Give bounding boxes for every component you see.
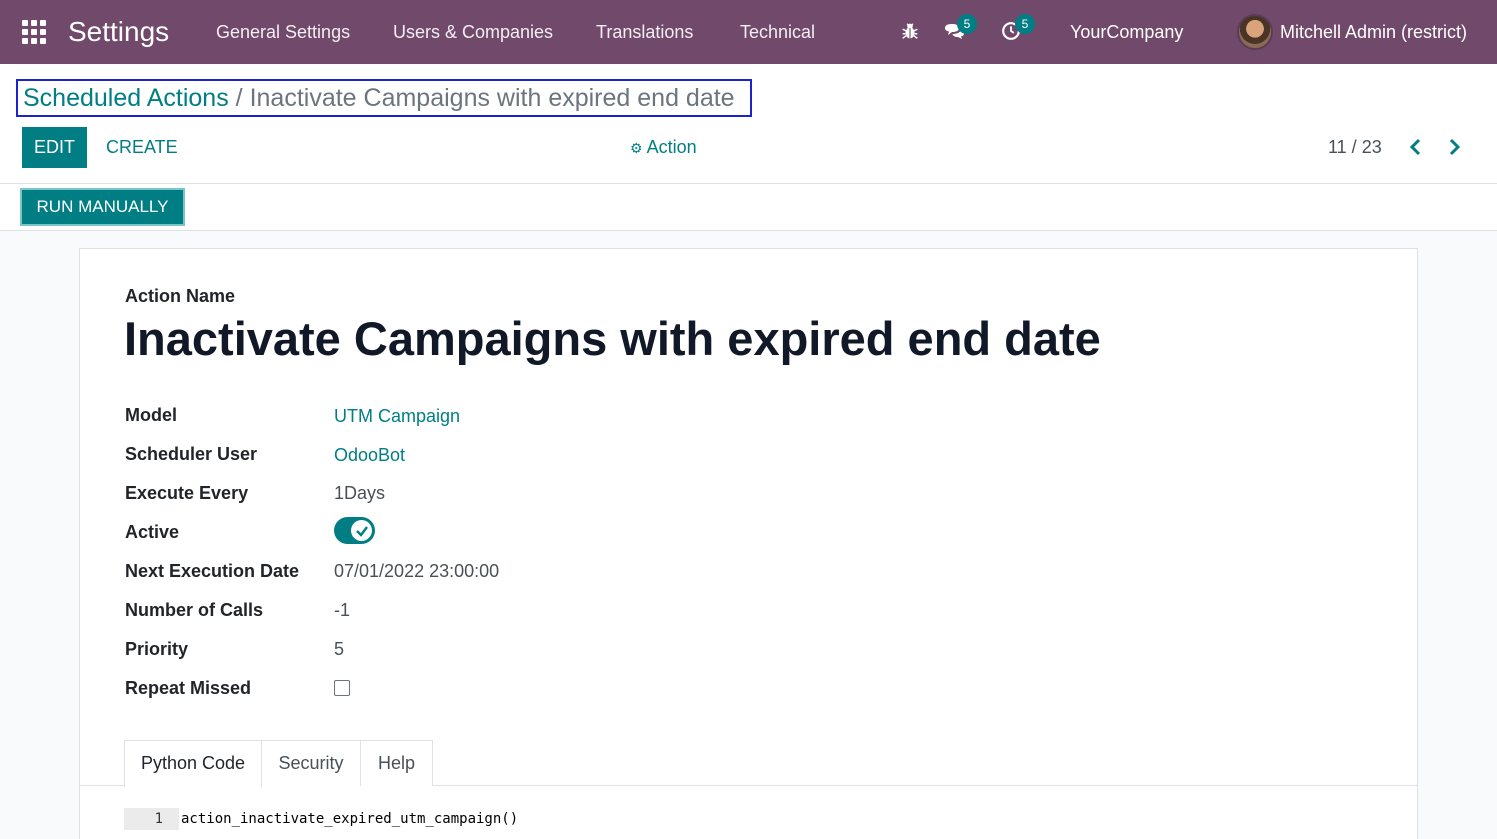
menu-translations[interactable]: Translations bbox=[596, 20, 693, 44]
number-of-calls-label: Number of Calls bbox=[125, 600, 264, 620]
repeat-missed-checkbox[interactable] bbox=[334, 680, 350, 696]
next-execution-date-value: 07/01/2022 23:00:00 bbox=[334, 561, 500, 581]
breadcrumb-scheduled-actions[interactable]: Scheduled Actions bbox=[23, 84, 229, 112]
tab-help[interactable]: Help bbox=[360, 740, 433, 786]
user-avatar[interactable] bbox=[1237, 14, 1273, 50]
company-switcher[interactable]: YourCompany bbox=[1070, 20, 1183, 44]
messages-icon[interactable]: 5 bbox=[942, 14, 977, 44]
scheduler-user-label: Scheduler User bbox=[125, 444, 258, 464]
menu-general-settings[interactable]: General Settings bbox=[216, 20, 350, 44]
scheduler-user-value[interactable]: OdooBot bbox=[334, 443, 405, 467]
code-line-text[interactable]: action_inactivate_expired_utm_campaign() bbox=[181, 808, 518, 830]
repeat-missed-label: Repeat Missed bbox=[125, 678, 252, 698]
menu-technical[interactable]: Technical bbox=[740, 20, 815, 44]
activities-count-badge: 5 bbox=[1015, 14, 1035, 34]
next-execution-date-label: Next Execution Date bbox=[125, 561, 300, 581]
active-label: Active bbox=[125, 522, 180, 542]
tab-security[interactable]: Security bbox=[261, 740, 361, 786]
action-name-label: Action Name bbox=[125, 286, 236, 306]
execute-every-label: Execute Every bbox=[125, 483, 249, 503]
priority-label: Priority bbox=[125, 639, 189, 659]
activities-clock-icon[interactable]: 5 bbox=[1000, 14, 1035, 44]
action-menu-label: Action bbox=[646, 137, 697, 157]
form-sheet: Action Name Inactivate Campaigns with ex… bbox=[79, 248, 1418, 839]
chevron-right-icon[interactable] bbox=[1444, 137, 1464, 157]
action-menu-button[interactable]: ⚙ Action bbox=[630, 127, 697, 168]
form-header: RUN MANUALLY bbox=[0, 184, 1497, 231]
app-name[interactable]: Settings bbox=[68, 15, 169, 49]
gear-icon: ⚙ bbox=[630, 140, 643, 156]
number-of-calls-value: -1 bbox=[334, 600, 351, 620]
tab-python-code[interactable]: Python Code bbox=[124, 740, 262, 787]
run-manually-button[interactable]: RUN MANUALLY bbox=[20, 188, 185, 226]
breadcrumb: Scheduled Actions / Inactivate Campaigns… bbox=[16, 79, 752, 117]
active-toggle[interactable] bbox=[334, 517, 375, 544]
apps-menu-icon[interactable] bbox=[22, 20, 46, 44]
debug-bug-icon[interactable] bbox=[899, 20, 923, 44]
model-label: Model bbox=[125, 405, 177, 425]
checkmark-icon bbox=[351, 520, 372, 541]
messages-count-badge: 5 bbox=[957, 14, 977, 34]
notebook-tabs: Python Code Security Help bbox=[80, 740, 1417, 787]
priority-value: 5 bbox=[334, 639, 345, 659]
top-navbar: Settings General Settings Users & Compan… bbox=[0, 0, 1497, 64]
menu-users-companies[interactable]: Users & Companies bbox=[393, 20, 553, 44]
create-button[interactable]: CREATE bbox=[106, 127, 178, 168]
chevron-left-icon[interactable] bbox=[1406, 137, 1426, 157]
edit-button[interactable]: EDIT bbox=[22, 127, 87, 168]
record-title: Inactivate Campaigns with expired end da… bbox=[124, 312, 1101, 365]
model-value[interactable]: UTM Campaign bbox=[334, 404, 460, 428]
breadcrumb-separator: / bbox=[235, 84, 243, 112]
user-menu[interactable]: Mitchell Admin (restrict) bbox=[1280, 20, 1467, 44]
pager-value[interactable]: 11 / 23 bbox=[1328, 127, 1382, 168]
execute-every-value: 1Days bbox=[334, 483, 386, 503]
breadcrumb-current: Inactivate Campaigns with expired end da… bbox=[249, 84, 735, 112]
code-line-number: 1 bbox=[124, 808, 179, 830]
control-panel: Scheduled Actions / Inactivate Campaigns… bbox=[0, 64, 1497, 184]
